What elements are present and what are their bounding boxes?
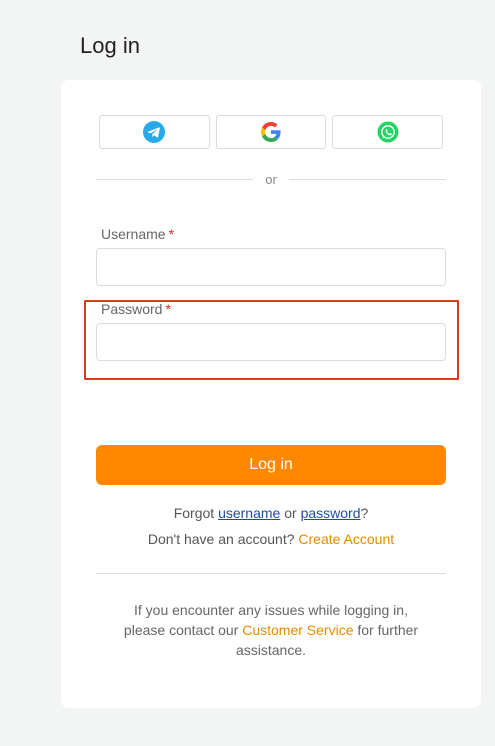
password-input[interactable] bbox=[96, 323, 446, 361]
whatsapp-login-button[interactable] bbox=[332, 115, 444, 149]
divider-line-right bbox=[288, 179, 446, 180]
username-label-text: Username bbox=[101, 226, 166, 242]
or-text: or bbox=[265, 172, 277, 187]
help-text: If you encounter any issues while loggin… bbox=[121, 600, 421, 660]
login-button[interactable]: Log in bbox=[96, 445, 446, 485]
forgot-suffix: ? bbox=[360, 505, 369, 521]
signup-prefix: Don't have an account? bbox=[147, 531, 295, 547]
bottom-divider bbox=[96, 573, 446, 574]
password-label-text: Password bbox=[101, 301, 163, 317]
customer-service-link[interactable]: Customer Service bbox=[242, 622, 353, 638]
forgot-or: or bbox=[284, 505, 297, 521]
telegram-icon bbox=[143, 121, 166, 143]
forgot-credentials-line: Forgot username or password? bbox=[61, 505, 481, 521]
username-input[interactable] bbox=[96, 248, 446, 286]
create-account-link[interactable]: Create Account bbox=[298, 531, 394, 547]
google-icon bbox=[260, 121, 282, 143]
password-required-mark: * bbox=[165, 301, 171, 317]
whatsapp-icon bbox=[377, 121, 399, 143]
divider-line-left bbox=[96, 179, 254, 180]
forgot-password-link[interactable]: password bbox=[301, 505, 361, 521]
forgot-prefix: Forgot bbox=[173, 505, 215, 521]
or-divider: or bbox=[96, 172, 446, 187]
telegram-login-button[interactable] bbox=[99, 115, 210, 149]
username-label: Username * bbox=[101, 226, 174, 242]
forgot-username-link[interactable]: username bbox=[218, 505, 280, 521]
social-login-row bbox=[99, 115, 444, 149]
username-required-mark: * bbox=[168, 226, 175, 242]
password-label: Password * bbox=[101, 301, 171, 317]
signup-line: Don't have an account? Create Account bbox=[61, 531, 481, 547]
login-card: or Username * Password * Log in Forgot use… bbox=[61, 80, 481, 708]
page-title: Log in bbox=[80, 33, 140, 58]
google-login-button[interactable] bbox=[215, 115, 327, 149]
